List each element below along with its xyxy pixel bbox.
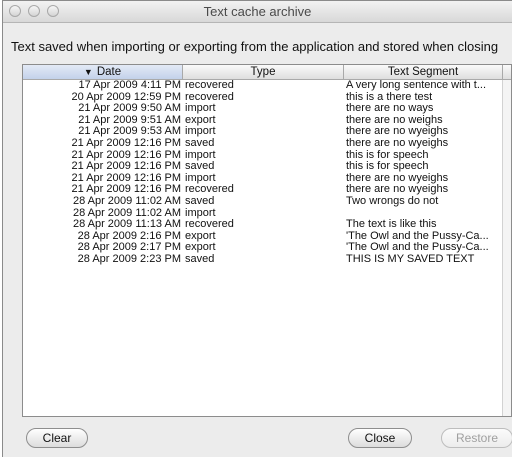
table-row[interactable]: 28 Apr 2009 11:02 AM saved Two wrongs do n… [23,196,503,208]
date-cell: 28 Apr 2009 11:02 AM [72,195,181,207]
text-segment-cell: there are no wyeighs [346,172,449,184]
type-cell: import [185,103,216,115]
text-segment-cell: The text is like this [346,219,437,231]
table-row[interactable]: 21 Apr 2009 9:53 AM import there are no wy… [23,126,503,138]
date-cell: 21 Apr 2009 12:16 PM [71,137,181,149]
text-segment-cell: A very long sentence with t... [346,80,487,91]
table-row[interactable]: 21 Apr 2009 12:16 PM recovered there are n… [23,184,503,196]
archive-table: ▼ Date Type Text Segment 17 Apr 2009 4:11… [22,64,512,417]
table-row[interactable]: 28 Apr 2009 2:16 PM export 'The Owl and th… [23,231,503,243]
table-row[interactable]: 21 Apr 2009 12:16 PM import there are no w… [23,173,503,185]
date-cell: 21 Apr 2009 12:16 PM [71,149,181,161]
table-row[interactable]: 28 Apr 2009 2:23 PM saved THIS IS MY SAVED… [23,254,503,266]
column-header-date-label: Date [96,66,122,78]
table-row[interactable]: 28 Apr 2009 11:13 AM recovered The text is… [23,219,503,231]
type-cell: import [185,172,216,184]
table-row[interactable]: 28 Apr 2009 11:02 AM import [23,208,503,220]
type-cell: recovered [185,80,234,91]
text-segment-cell: this is for speech [346,149,429,161]
table-row[interactable]: 21 Apr 2009 12:16 PM import this is for sp… [23,150,503,162]
date-cell: 28 Apr 2009 2:17 PM [77,242,181,254]
type-cell: recovered [185,219,234,231]
table-row[interactable]: 28 Apr 2009 2:17 PM export 'The Owl and th… [23,242,503,254]
vertical-scrollbar[interactable] [502,80,511,416]
date-cell: 21 Apr 2009 12:16 PM [71,184,181,196]
text-segment-cell: this is a there test [346,91,433,103]
text-segment-cell: Two wrongs do not [346,195,439,207]
date-cell: 28 Apr 2009 2:23 PM [77,253,181,265]
column-header-type-label: Type [250,66,276,78]
date-cell: 21 Apr 2009 12:16 PM [71,161,181,173]
type-cell: saved [185,195,215,207]
text-segment-cell: there are no wyeighs [346,184,449,196]
text-segment-cell: 'The Owl and the Pussy-Ca... [346,230,489,242]
clear-button[interactable]: Clear [26,428,88,448]
restore-button[interactable]: Restore [441,428,512,448]
sort-descending-icon: ▼ [83,67,93,77]
type-cell: recovered [185,91,234,103]
text-segment-cell: THIS IS MY SAVED TEXT [346,253,475,265]
type-cell: export [185,114,216,126]
date-cell: 21 Apr 2009 9:50 AM [78,103,181,115]
date-cell: 21 Apr 2009 9:53 AM [78,126,181,138]
type-cell: export [185,242,216,254]
column-header-text-segment-label: Text Segment [387,66,459,78]
date-cell: 28 Apr 2009 11:13 AM [72,219,181,231]
column-header-text-segment[interactable]: Text Segment [344,65,503,79]
table-row[interactable]: 21 Apr 2009 12:16 PM saved this is for spe… [23,161,503,173]
close-button[interactable]: Close [348,428,412,448]
type-cell: recovered [185,184,234,196]
text-segment-cell: there are no wyeighs [346,137,449,149]
column-header-date[interactable]: ▼ Date [23,65,183,79]
table-row[interactable]: 17 Apr 2009 4:11 PM recovered A very long … [23,80,503,92]
text-segment-cell: there are no weighs [346,114,443,126]
date-cell: 28 Apr 2009 2:16 PM [77,230,181,242]
type-cell: saved [185,137,215,149]
type-cell: export [185,230,216,242]
table-body: 17 Apr 2009 4:11 PM recovered A very long … [23,80,503,266]
text-segment-cell: 'The Owl and the Pussy-Ca... [346,242,489,254]
table-row[interactable]: 21 Apr 2009 9:51 AM export there are no we… [23,115,503,127]
text-cache-archive-window: Text cache archive Text saved when impor… [2,0,512,457]
title-bar[interactable]: Text cache archive [3,1,512,23]
type-cell: import [185,207,216,219]
column-header-type[interactable]: Type [183,65,344,79]
date-cell: 17 Apr 2009 4:11 PM [78,80,181,91]
date-cell: 28 Apr 2009 11:02 AM [72,207,181,219]
type-cell: saved [185,161,215,173]
date-cell: 21 Apr 2009 9:51 AM [78,114,181,126]
table-row[interactable]: 21 Apr 2009 9:50 AM import there are no wa… [23,103,503,115]
type-cell: import [185,149,216,161]
table-row[interactable]: 21 Apr 2009 12:16 PM saved there are no wy… [23,138,503,150]
table-header: ▼ Date Type Text Segment [23,65,511,80]
date-cell: 21 Apr 2009 12:16 PM [71,172,181,184]
date-cell: 20 Apr 2009 12:59 PM [71,91,181,103]
description-text: Text saved when importing or exporting f… [11,39,499,54]
type-cell: saved [185,253,215,265]
text-segment-cell: there are no ways [346,103,434,115]
type-cell: import [185,126,216,138]
text-segment-cell: there are no wyeighs [346,126,449,138]
window-title: Text cache archive [203,4,312,19]
table-row[interactable]: 20 Apr 2009 12:59 PM recovered this is a t… [23,92,503,104]
text-segment-cell: this is for speech [346,161,429,173]
